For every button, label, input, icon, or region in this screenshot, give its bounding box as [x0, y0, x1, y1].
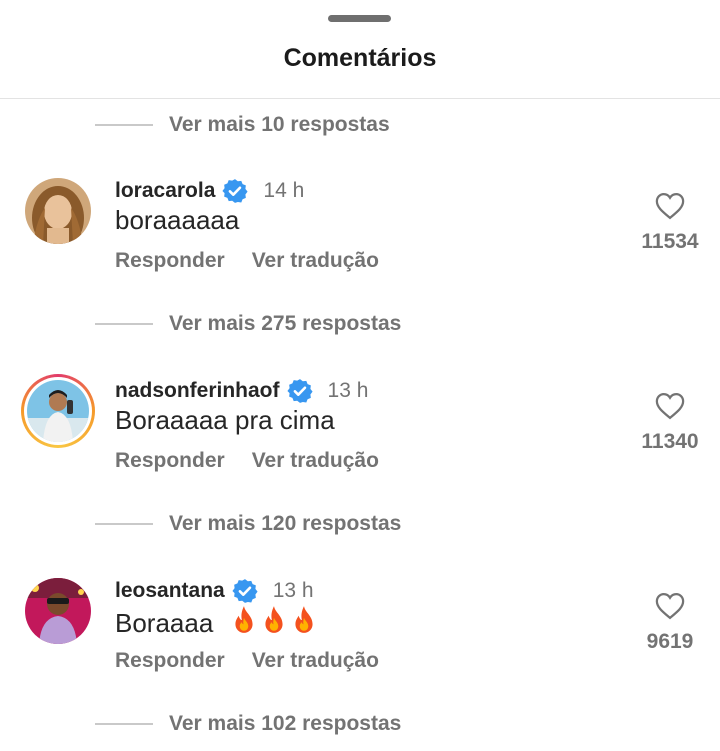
verified-badge-icon — [222, 179, 248, 203]
comment-item: nadsonferinhaof 13 h Boraaaaa pra cima R… — [0, 374, 720, 498]
like-control: 11534 — [628, 192, 712, 254]
drag-handle[interactable] — [328, 15, 391, 22]
reply-button[interactable]: Responder — [115, 649, 225, 673]
comment-text: boraaaaaa — [115, 205, 240, 235]
reply-button[interactable]: Responder — [115, 249, 225, 273]
avatar[interactable] — [25, 178, 91, 244]
comment-text-body: Boraaaa — [115, 608, 214, 638]
timestamp: 13 h — [272, 579, 314, 602]
comment-actions: Responder Ver tradução — [115, 249, 379, 273]
like-count: 11340 — [641, 430, 699, 453]
comment-actions: Responder Ver tradução — [115, 649, 379, 673]
header-divider — [0, 98, 720, 99]
thread-line — [95, 323, 153, 325]
translate-button[interactable]: Ver tradução — [252, 449, 379, 473]
comments-sheet: Comentários Ver mais 10 respostas loraca… — [0, 0, 720, 751]
heart-icon[interactable] — [655, 592, 685, 620]
view-more-replies-label: Ver mais 120 respostas — [169, 512, 402, 535]
comment-text: Boraaaa — [115, 605, 317, 639]
thread-line — [95, 124, 153, 126]
like-control: 11340 — [628, 392, 712, 454]
timestamp: 13 h — [327, 379, 369, 402]
username[interactable]: loracarola — [115, 179, 215, 203]
thread-line — [95, 723, 153, 725]
comment-actions: Responder Ver tradução — [115, 449, 379, 473]
comment-header: nadsonferinhaof 13 h — [115, 376, 368, 406]
like-count: 9619 — [646, 630, 694, 653]
view-more-replies-label: Ver mais 102 respostas — [169, 712, 402, 735]
comment-item: loracarola 14 h boraaaaaa Responder Ver … — [0, 178, 720, 298]
heart-icon[interactable] — [655, 392, 685, 420]
comment-header: loracarola 14 h — [115, 176, 304, 206]
comment-text: Boraaaaa pra cima — [115, 405, 335, 435]
view-more-replies-button[interactable]: Ver mais 275 respostas — [95, 309, 401, 339]
reply-button[interactable]: Responder — [115, 449, 225, 473]
translate-button[interactable]: Ver tradução — [252, 649, 379, 673]
avatar[interactable] — [25, 578, 91, 644]
like-count: 11534 — [641, 230, 699, 253]
heart-icon[interactable] — [655, 192, 685, 220]
fire-icon — [234, 606, 253, 633]
thread-line — [95, 523, 153, 525]
view-more-replies-button[interactable]: Ver mais 102 respostas — [95, 709, 401, 739]
avatar[interactable] — [21, 374, 95, 448]
comment-header: leosantana 13 h — [115, 576, 314, 606]
page-title: Comentários — [283, 44, 437, 72]
verified-badge-icon — [232, 579, 258, 603]
view-more-replies-button[interactable]: Ver mais 120 respostas — [95, 509, 401, 539]
username[interactable]: leosantana — [115, 579, 225, 603]
view-more-replies-button[interactable]: Ver mais 10 respostas — [95, 110, 390, 140]
fire-icon — [294, 606, 313, 633]
timestamp: 14 h — [263, 179, 305, 202]
comment-item: leosantana 13 h Boraaaa Responder Ver tr… — [0, 578, 720, 698]
view-more-replies-label: Ver mais 275 respostas — [169, 312, 402, 335]
translate-button[interactable]: Ver tradução — [252, 249, 379, 273]
username[interactable]: nadsonferinhaof — [115, 379, 280, 403]
fire-icon — [264, 606, 283, 633]
verified-badge-icon — [286, 379, 313, 403]
view-more-replies-label: Ver mais 10 respostas — [169, 113, 390, 136]
like-control: 9619 — [628, 592, 712, 654]
